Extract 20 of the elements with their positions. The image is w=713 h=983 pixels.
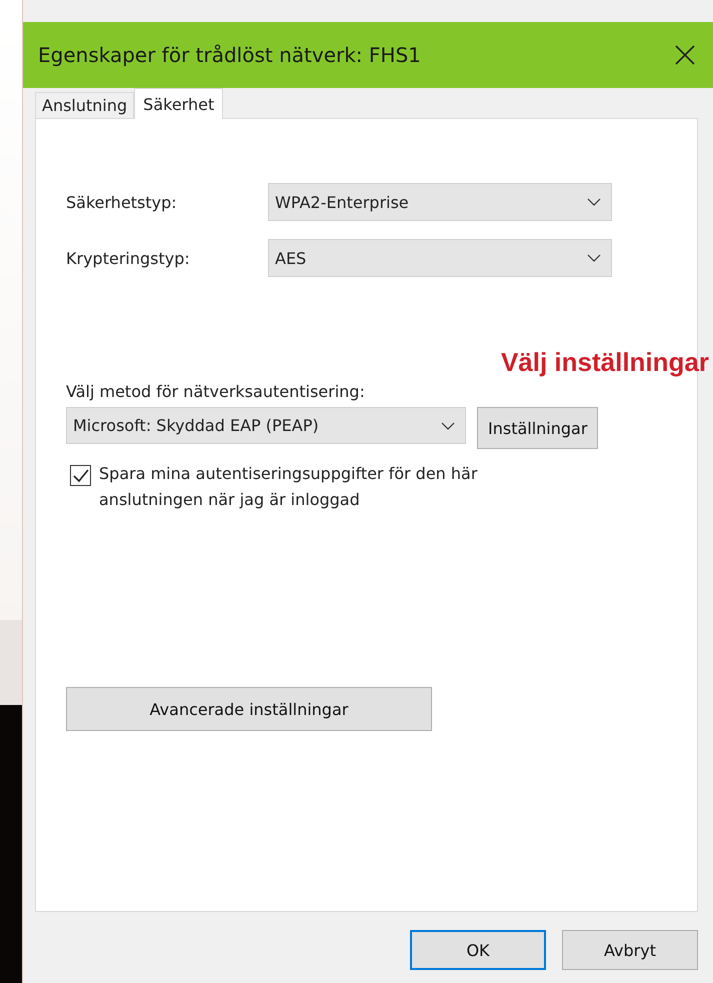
chevron-icon [587, 254, 601, 262]
close-icon[interactable] [675, 45, 695, 65]
advanced-settings-button[interactable]: Avancerade inställningar [66, 687, 432, 731]
settings-button[interactable]: Inställningar [477, 407, 598, 449]
dropdown[interactable]: WPA2-Enterprise [268, 183, 612, 221]
window-title: Egenskaper för trådlöst nätverk: FHS1 [38, 43, 421, 67]
chevron-icon [441, 422, 455, 430]
dropdown[interactable]: Microsoft: Skyddad EAP (PEAP) [66, 407, 466, 444]
checkbox-label: Spara mina autentiseringsuppgifter för den här anslutningen när jag är inloggad [99, 463, 478, 511]
annotation-text: Välj inställningar [500, 347, 709, 378]
tab[interactable]: Anslutning [35, 92, 134, 118]
field-label: Krypteringstyp: [66, 248, 191, 268]
field-label: Välj metod för nätverksautentisering: [66, 382, 366, 401]
cancel-button[interactable]: Avbryt [562, 930, 698, 970]
chevron-icon [587, 198, 601, 206]
field-label: Säkerhetstyp: [66, 192, 178, 212]
checkbox[interactable] [70, 465, 91, 486]
tab[interactable]: Säkerhet [134, 88, 224, 119]
ok-button[interactable]: OK [410, 930, 546, 970]
dropdown[interactable]: AES [268, 239, 612, 277]
